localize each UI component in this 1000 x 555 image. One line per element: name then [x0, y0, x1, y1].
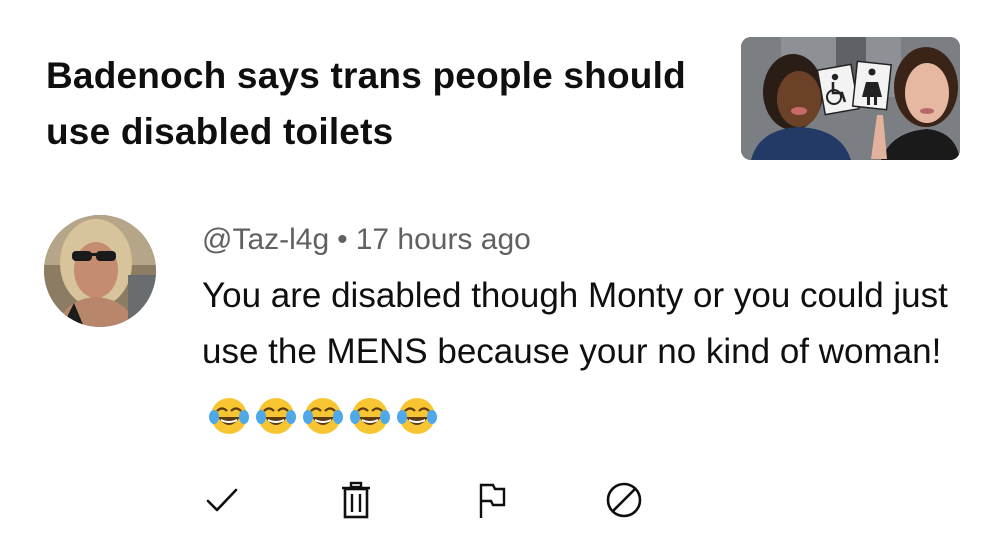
trash-icon [342, 481, 370, 519]
delete-button[interactable] [332, 476, 380, 524]
check-icon [206, 488, 238, 512]
comment-moderation-screen: Badenoch says trans people should use di… [0, 0, 1000, 555]
video-thumbnail[interactable] [741, 37, 960, 160]
flag-icon [479, 483, 506, 518]
comment-author[interactable]: @Taz-l4g [202, 223, 329, 256]
approve-button[interactable] [198, 476, 246, 524]
meta-separator: • [337, 223, 348, 256]
face-with-tears-of-joy-icon [397, 397, 437, 434]
comment-timestamp: 17 hours ago [355, 223, 531, 256]
avatar-image [44, 215, 156, 327]
face-with-tears-of-joy-icon [350, 397, 390, 434]
block-user-button[interactable] [600, 476, 648, 524]
video-title[interactable]: Badenoch says trans people should use di… [46, 48, 686, 160]
comment-body: You are disabled though Monty or you cou… [202, 268, 972, 442]
face-with-tears-of-joy-icon [303, 397, 343, 434]
avatar[interactable] [44, 215, 156, 327]
report-button[interactable] [467, 476, 515, 524]
face-with-tears-of-joy-icon [209, 397, 249, 434]
emoji-group [208, 386, 443, 442]
thumbnail-image [741, 37, 960, 160]
face-with-tears-of-joy-icon [256, 397, 296, 434]
block-icon [606, 482, 642, 518]
comment-action-bar [0, 476, 1000, 526]
comment-text: You are disabled though Monty or you cou… [202, 276, 948, 371]
comment-meta: @Taz-l4g • 17 hours ago [202, 220, 531, 260]
